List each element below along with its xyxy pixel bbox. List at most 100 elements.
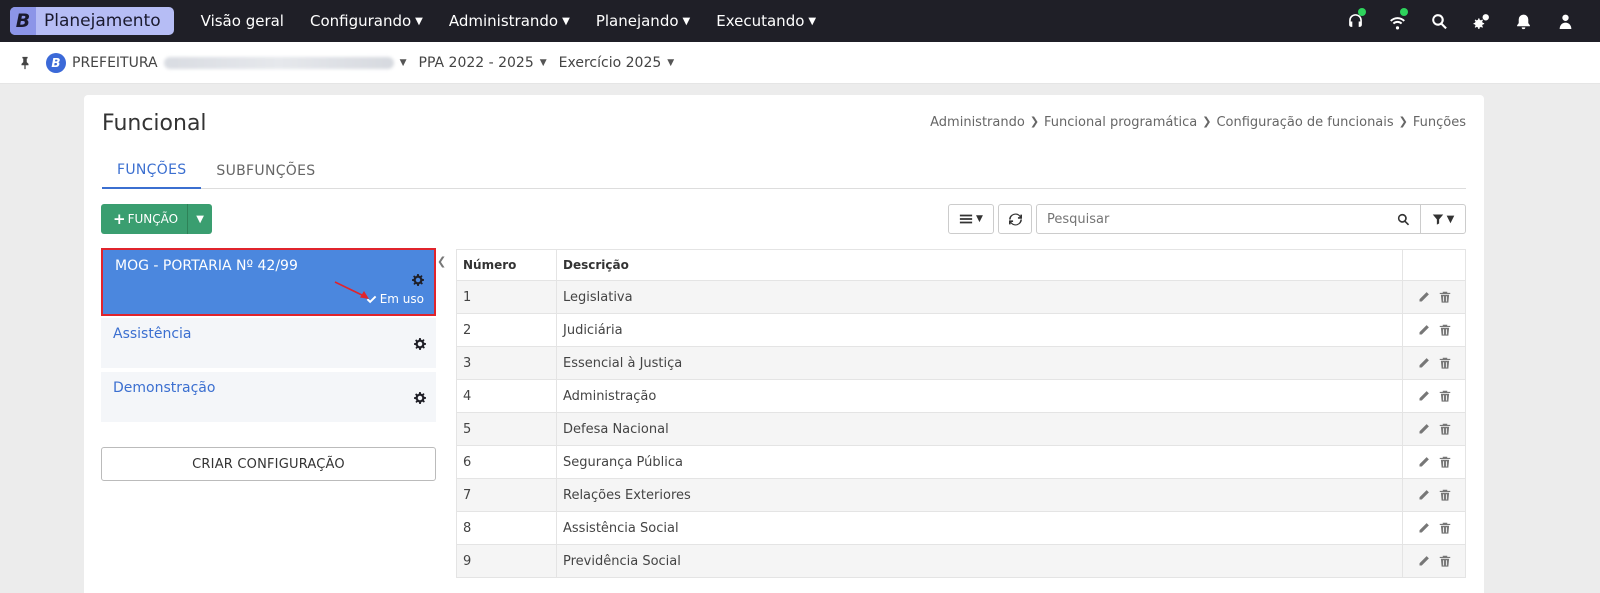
nav-visao-geral[interactable]: Visão geral [188, 12, 297, 30]
wifi-icon[interactable] [1376, 0, 1418, 42]
cell-actions [1402, 346, 1466, 380]
config-item-mog[interactable]: MOG - PORTARIA Nº 42/99 Em uso [101, 248, 436, 316]
status-dot [1358, 8, 1366, 16]
gear-icon[interactable] [414, 392, 426, 404]
edit-icon[interactable] [1418, 456, 1430, 468]
edit-icon[interactable] [1418, 423, 1430, 435]
user-icon[interactable] [1544, 0, 1586, 42]
org-label[interactable]: PREFEITURA [72, 55, 158, 71]
edit-icon[interactable] [1418, 291, 1430, 303]
cell-numero: 1 [456, 280, 557, 314]
list-view-button[interactable]: ▼ [948, 204, 994, 234]
nav-label: Administrando [448, 12, 559, 30]
status-label: Em uso [379, 292, 424, 306]
cell-actions [1402, 511, 1466, 545]
edit-icon[interactable] [1418, 357, 1430, 369]
trash-icon[interactable] [1439, 456, 1451, 468]
chevron-down-icon: ▼ [415, 15, 423, 27]
trash-icon[interactable] [1439, 291, 1451, 303]
cell-numero: 8 [456, 511, 557, 545]
edit-icon[interactable] [1418, 555, 1430, 567]
chevron-down-icon: ▼ [808, 15, 817, 27]
edit-icon[interactable] [1418, 489, 1430, 501]
chevron-down-icon[interactable]: ▼ [400, 58, 407, 68]
config-item-assistencia[interactable]: Assistência [101, 318, 436, 368]
nav-executando[interactable]: Executando ▼ [703, 12, 829, 30]
add-funcao-button[interactable]: + FUNÇÃO [101, 204, 188, 234]
tab-subfuncoes[interactable]: SUBFUNÇÕES [201, 153, 330, 189]
chevron-down-icon: ▼ [196, 213, 204, 225]
config-item-demonstracao[interactable]: Demonstração [101, 372, 436, 422]
table-row[interactable]: 6 Segurança Pública [456, 445, 1466, 479]
search-input[interactable] [1036, 204, 1388, 234]
pin-icon[interactable] [18, 56, 32, 70]
gears-icon[interactable] [1460, 0, 1502, 42]
trash-icon[interactable] [1439, 555, 1451, 567]
funcoes-table: Número Descrição 1 Legislativa 2 Judiciária… [456, 249, 1466, 578]
chevron-right-icon: ❯ [1029, 115, 1040, 128]
cell-actions [1402, 544, 1466, 578]
nav-label: Executando [716, 12, 805, 30]
search-icon[interactable] [1418, 0, 1460, 42]
brand-logo[interactable]: B Planejamento [10, 7, 174, 35]
add-dropdown-button[interactable]: ▼ [187, 204, 213, 234]
chevron-down-icon: ▼ [539, 57, 547, 68]
trash-icon[interactable] [1439, 423, 1451, 435]
collapse-panel-icon[interactable]: ❮ [437, 255, 446, 268]
table-row[interactable]: 8 Assistência Social [456, 511, 1466, 545]
plus-icon: + [113, 210, 126, 228]
nav-configurando[interactable]: Configurando ▼ [297, 12, 436, 30]
nav-label: Planejando [595, 12, 679, 30]
main-card: Funcional Administrando ❯ Funcional progr… [84, 95, 1484, 593]
context-bar: B PREFEITURA ▼ PPA 2022 - 2025 ▼ Exercíci… [0, 42, 1600, 84]
trash-icon[interactable] [1439, 489, 1451, 501]
breadcrumb-item[interactable]: Configuração de funcionais [1216, 115, 1393, 130]
table-row[interactable]: 9 Previdência Social [456, 544, 1466, 578]
table-row[interactable]: 1 Legislativa [456, 280, 1466, 314]
create-config-button[interactable]: CRIAR CONFIGURAÇÃO [101, 447, 436, 481]
refresh-button[interactable] [998, 204, 1032, 234]
nav-label: Configurando [309, 12, 412, 30]
nav-administrando[interactable]: Administrando ▼ [436, 12, 583, 30]
trash-icon[interactable] [1439, 324, 1451, 336]
annotation-arrow [334, 281, 369, 299]
headset-icon[interactable] [1334, 0, 1376, 42]
nav-planejando[interactable]: Planejando ▼ [583, 12, 703, 30]
search-button[interactable] [1387, 204, 1421, 234]
trash-icon[interactable] [1439, 522, 1451, 534]
column-header-descricao[interactable]: Descrição [556, 249, 1403, 281]
gear-icon[interactable] [412, 274, 424, 286]
gear-icon[interactable] [414, 338, 426, 350]
edit-icon[interactable] [1418, 390, 1430, 402]
status-badge: Em uso [366, 292, 424, 306]
table-row[interactable]: 4 Administração [456, 379, 1466, 413]
ppa-label: PPA 2022 - 2025 [418, 54, 534, 71]
trash-icon[interactable] [1439, 390, 1451, 402]
edit-icon[interactable] [1418, 324, 1430, 336]
tab-funcoes[interactable]: FUNÇÕES [102, 153, 202, 189]
table-row[interactable]: 2 Judiciária [456, 313, 1466, 347]
filter-icon [1432, 214, 1443, 225]
cell-descricao: Previdência Social [556, 544, 1403, 578]
exercicio-selector[interactable]: Exercício 2025 ▼ [559, 55, 675, 71]
exercicio-label: Exercício 2025 [558, 54, 662, 71]
table-row[interactable]: 3 Essencial à Justiça [456, 346, 1466, 380]
breadcrumb: Administrando ❯ Funcional programática ❯ C… [930, 115, 1466, 130]
cell-numero: 6 [456, 445, 557, 479]
column-header-numero[interactable]: Número [456, 249, 557, 281]
table-row[interactable]: 5 Defesa Nacional [456, 412, 1466, 446]
config-name: Demonstração [113, 380, 216, 396]
breadcrumb-item[interactable]: Administrando [930, 115, 1025, 130]
trash-icon[interactable] [1439, 357, 1451, 369]
ppa-selector[interactable]: PPA 2022 - 2025 ▼ [419, 55, 547, 71]
bell-icon[interactable] [1502, 0, 1544, 42]
table-row[interactable]: 7 Relações Exteriores [456, 478, 1466, 512]
edit-icon[interactable] [1418, 522, 1430, 534]
brand-name: Planejamento [44, 11, 161, 31]
cell-numero: 5 [456, 412, 557, 446]
nav-label: Visão geral [200, 12, 284, 30]
breadcrumb-item[interactable]: Funcional programática [1044, 115, 1197, 130]
filter-button[interactable]: ▼ [1420, 204, 1466, 234]
main-nav: Visão geral Configurando ▼ Administrando ▼… [188, 12, 829, 30]
table-header-row: Número Descrição [456, 249, 1466, 281]
